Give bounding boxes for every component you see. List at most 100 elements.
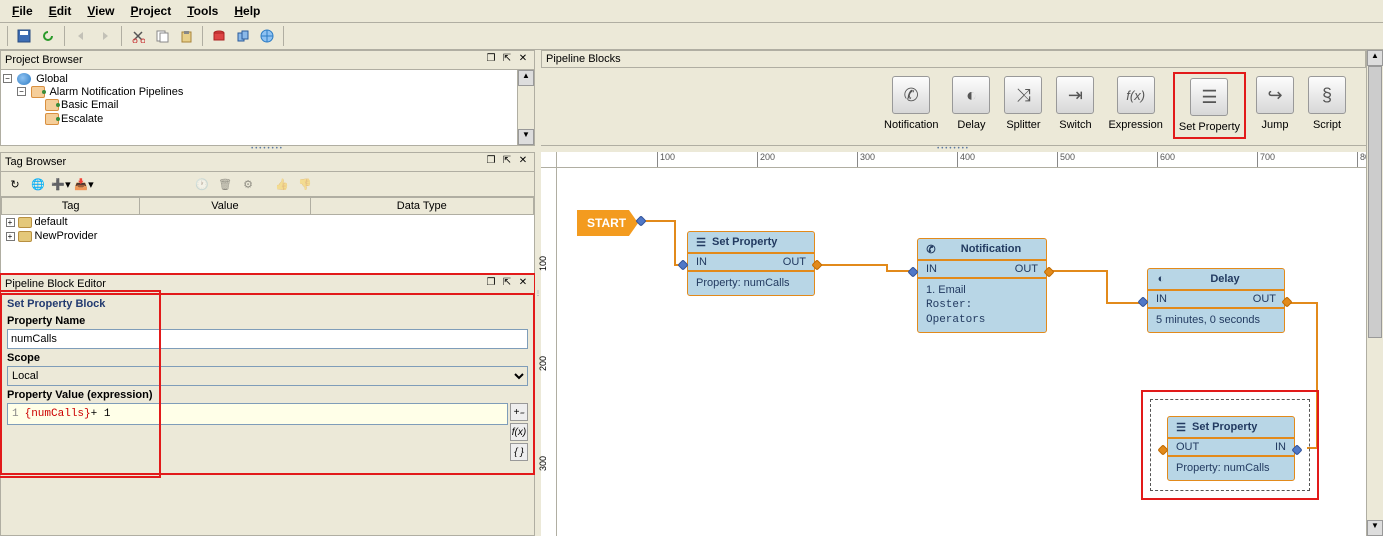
pal-label: Notification (884, 119, 938, 131)
cut-icon[interactable] (127, 25, 149, 47)
phone-icon: ✆ (924, 242, 938, 256)
opc-icon[interactable]: 🌐 (28, 174, 48, 194)
menu-tools[interactable]: Tools (179, 2, 226, 20)
pipeline-blocks-title: Pipeline Blocks (546, 53, 1361, 65)
tree-toggle[interactable]: − (17, 87, 26, 96)
expression-icon: f(x) (1117, 76, 1155, 114)
block-title: Delay (1210, 273, 1239, 285)
expr-op-icon[interactable]: +₌ (510, 403, 528, 421)
close-icon[interactable]: ✕ (516, 155, 530, 169)
expr-fx-icon[interactable]: f(x) (510, 423, 528, 441)
tag-browser-title: Tag Browser (5, 156, 482, 168)
thumb-up-icon[interactable]: 👍 (272, 174, 292, 194)
menu-view[interactable]: View (79, 2, 122, 20)
redo-icon[interactable] (94, 25, 116, 47)
paste-icon[interactable] (175, 25, 197, 47)
add-tag-icon[interactable]: ➕▾ (51, 174, 71, 194)
tag-history-icon[interactable]: 🕐 (192, 174, 212, 194)
switch-icon: ⇥ (1056, 76, 1094, 114)
port-out: OUT (1253, 293, 1276, 305)
pipeline-folder-icon (31, 86, 45, 98)
pipeline-icon (45, 99, 59, 111)
pal-label: Script (1313, 119, 1341, 131)
ruler-v: 100 200 300 (541, 168, 557, 536)
thumb-down-icon[interactable]: 👎 (295, 174, 315, 194)
project-browser-header: Project Browser ❐ ⇱ ✕ (1, 51, 534, 70)
pal-jump[interactable]: ↪ Jump (1256, 76, 1294, 135)
vscrollbar[interactable]: ▲ ▼ (1366, 50, 1383, 536)
pin-icon[interactable]: ⇱ (500, 155, 514, 169)
port-in: IN (1156, 293, 1167, 305)
pal-expression[interactable]: f(x) Expression (1108, 76, 1162, 135)
folder-icon (18, 217, 32, 228)
prop-name-input[interactable] (7, 329, 528, 349)
canvas[interactable]: START ☰Set Property INOUT Property: numC… (557, 168, 1366, 536)
tree-toggle[interactable]: − (3, 74, 12, 83)
pal-label: Splitter (1006, 119, 1040, 131)
port-out: OUT (1176, 441, 1199, 453)
block-body: 5 minutes, 0 seconds (1156, 313, 1276, 328)
block-body: Property: numCalls (696, 276, 806, 291)
port-out: OUT (1015, 263, 1038, 275)
prop-name-label: Property Name (7, 312, 528, 329)
block-set-property-2[interactable]: ☰Set Property OUTIN Property: numCalls (1167, 416, 1295, 481)
expr-brace-icon[interactable]: { } (510, 443, 528, 461)
menu-help[interactable]: Help (226, 2, 268, 20)
restore-icon[interactable]: ❐ (484, 155, 498, 169)
tag-table[interactable]: Tag Value Data Type +default +NewProvide… (1, 197, 534, 273)
pal-switch[interactable]: ⇥ Switch (1056, 76, 1094, 135)
start-block[interactable]: START (577, 210, 638, 236)
pin-icon[interactable]: ⇱ (500, 277, 514, 291)
tag-row[interactable]: default (35, 216, 68, 228)
tag-config-icon[interactable]: ⚙ (238, 174, 258, 194)
refresh-icon[interactable]: ↻ (5, 174, 25, 194)
close-icon[interactable]: ✕ (516, 277, 530, 291)
jump-icon: ↪ (1256, 76, 1294, 114)
import-icon[interactable]: 📥▾ (74, 174, 94, 194)
port-out: OUT (783, 256, 806, 268)
project-browser-tree[interactable]: − Global − Alarm Notification Pipelines … (1, 70, 534, 145)
col-tag[interactable]: Tag (2, 198, 140, 215)
splitter-icon: ⤨ (1004, 76, 1042, 114)
tree-root[interactable]: Global (36, 73, 68, 85)
pin-icon[interactable]: ⇱ (500, 53, 514, 67)
pal-splitter[interactable]: ⤨ Splitter (1004, 76, 1042, 135)
pal-label: Jump (1262, 119, 1289, 131)
project-browser-title: Project Browser (5, 54, 482, 66)
block-delay[interactable]: ◐ Delay IN OUT 5 minutes, 0 seconds (1147, 268, 1285, 333)
db-icon[interactable] (208, 25, 230, 47)
tree-item[interactable]: Basic Email (61, 99, 118, 111)
tag-edit-icon[interactable]: 🗑 (215, 174, 235, 194)
menu-file[interactable]: File (4, 2, 41, 20)
tree-item[interactable]: Escalate (61, 113, 103, 125)
menu-edit[interactable]: Edit (41, 2, 80, 20)
undo-icon[interactable] (70, 25, 92, 47)
main-toolbar (0, 23, 1383, 50)
clock-icon: ◐ (1154, 272, 1168, 286)
restore-icon[interactable]: ❐ (484, 53, 498, 67)
block-body: Property: numCalls (1176, 461, 1286, 476)
refresh-icon[interactable] (37, 25, 59, 47)
pal-delay[interactable]: ◐ Delay (952, 76, 990, 135)
save-icon[interactable] (13, 25, 35, 47)
menu-project[interactable]: Project (123, 2, 180, 20)
pal-script[interactable]: § Script (1308, 76, 1346, 135)
pal-notification[interactable]: ✆ Notification (884, 76, 938, 135)
pal-set-property[interactable]: ☰ Set Property (1177, 76, 1242, 135)
globe-icon[interactable] (256, 25, 278, 47)
expr-input[interactable]: 1 {numCalls} + 1 (7, 403, 508, 425)
block-notification[interactable]: ✆Notification INOUT 1. Email Roster: Ope… (917, 238, 1047, 333)
tags-icon[interactable] (232, 25, 254, 47)
tree-folder[interactable]: Alarm Notification Pipelines (49, 86, 183, 98)
copy-icon[interactable] (151, 25, 173, 47)
col-datatype[interactable]: Data Type (310, 198, 533, 215)
editor-subtitle: Set Property Block (7, 296, 528, 312)
col-value[interactable]: Value (140, 198, 310, 215)
restore-icon[interactable]: ❐ (484, 277, 498, 291)
tag-row[interactable]: NewProvider (35, 230, 98, 242)
pal-label: Set Property (1179, 121, 1240, 133)
block-set-property-1[interactable]: ☰Set Property INOUT Property: numCalls (687, 231, 815, 296)
scope-select[interactable]: Local (7, 366, 528, 386)
menubar: File Edit View Project Tools Help (0, 0, 1383, 23)
close-icon[interactable]: ✕ (516, 53, 530, 67)
